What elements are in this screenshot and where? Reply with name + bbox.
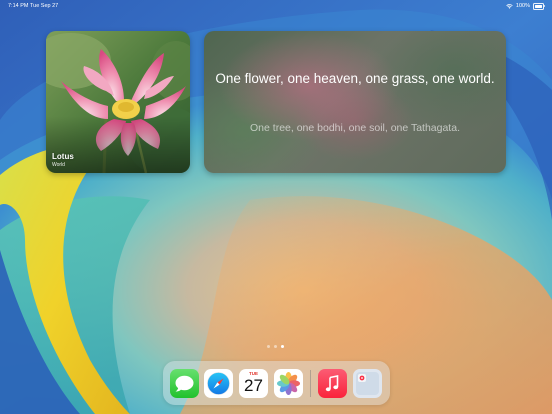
- quote-line-2: One tree, one bodhi, one soil, one Tatha…: [250, 122, 460, 134]
- quote-widget[interactable]: One flower, one heaven, one grass, one w…: [204, 31, 506, 173]
- folder-icon[interactable]: [353, 369, 382, 398]
- battery-percent: 100%: [515, 3, 530, 10]
- page-indicator[interactable]: [267, 345, 284, 348]
- music-icon[interactable]: [318, 369, 347, 398]
- safari-icon[interactable]: [204, 369, 233, 398]
- status-time: 7:14 PM: [8, 3, 29, 9]
- page-dot-2[interactable]: [274, 345, 277, 348]
- calendar-icon[interactable]: TUE 27: [239, 369, 268, 398]
- dock-separator: [310, 370, 311, 397]
- battery-icon: [533, 3, 545, 10]
- dock: TUE 27: [163, 361, 390, 405]
- quote-line-1: One flower, one heaven, one grass, one w…: [215, 71, 495, 86]
- status-date: Tue Sep 27: [30, 3, 59, 9]
- messages-icon[interactable]: [170, 369, 199, 398]
- wifi-icon: [506, 3, 513, 9]
- photos-widget[interactable]: Lotus World: [46, 31, 190, 173]
- page-dot-1[interactable]: [267, 345, 270, 348]
- photos-icon[interactable]: [274, 369, 303, 398]
- photo-widget-subtitle: World: [52, 162, 65, 168]
- status-bar: 7:14 PM Tue Sep 27 100%: [0, 0, 552, 12]
- calendar-date: 27: [244, 376, 263, 395]
- status-right: 100%: [506, 3, 545, 10]
- photo-widget-title: Lotus: [52, 152, 74, 161]
- page-dot-3[interactable]: [281, 345, 284, 348]
